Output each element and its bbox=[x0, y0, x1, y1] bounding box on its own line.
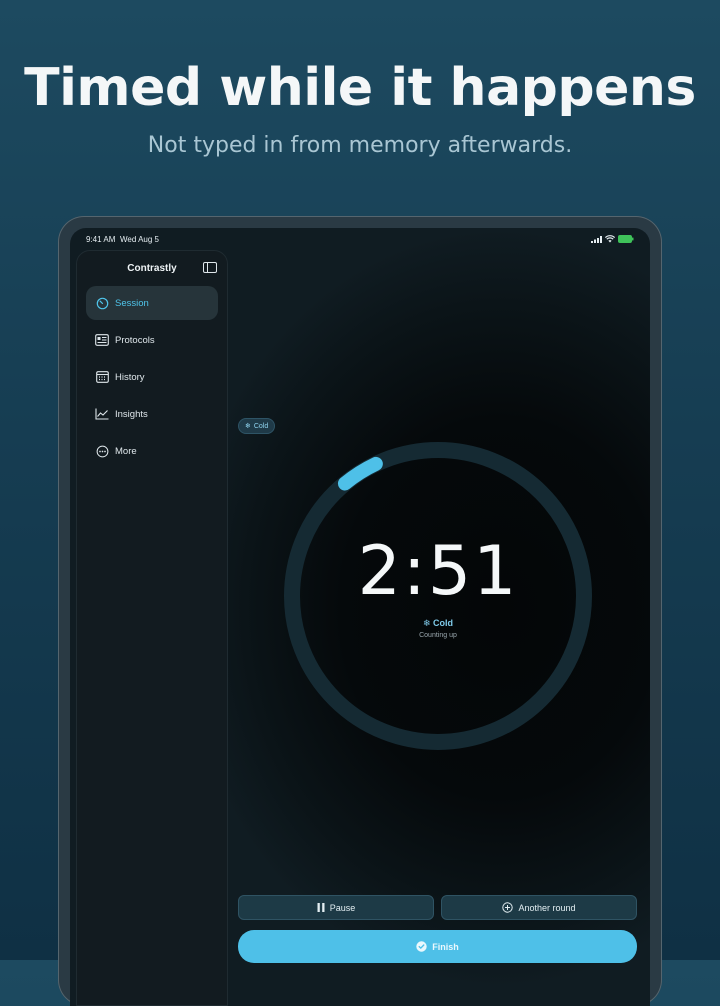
pause-button-label: Pause bbox=[329, 902, 356, 913]
sidebar-item-protocols[interactable]: Protocols bbox=[86, 323, 218, 357]
another-round-button[interactable]: Another round bbox=[441, 895, 637, 920]
sidebar: Contrastly Session Protocols History Ins… bbox=[76, 250, 228, 1006]
app-screen: 9:41 AM Wed Aug 5 Contrastly Session Pro… bbox=[70, 228, 650, 1006]
finish-button-label: Finish bbox=[432, 941, 459, 952]
calendar-icon bbox=[95, 370, 109, 384]
plus-circle-icon bbox=[502, 902, 514, 913]
snowflake-icon: ❄ bbox=[422, 618, 434, 628]
timer-icon bbox=[95, 296, 109, 310]
status-date: Wed Aug 5 bbox=[120, 235, 159, 244]
sidebar-item-session[interactable]: Session bbox=[86, 286, 218, 320]
sidebar-item-label: History bbox=[115, 371, 145, 383]
timer-readout: 2:51 bbox=[357, 532, 519, 611]
sidebar-item-insights[interactable]: Insights bbox=[86, 397, 218, 431]
session-pane: ❄ Cold 2:51 ❄ Cold Counting up Pause Ano… bbox=[232, 228, 650, 1006]
another-round-button-label: Another round bbox=[518, 902, 576, 913]
sidebar-item-label: Insights bbox=[115, 408, 148, 420]
pause-icon bbox=[317, 903, 325, 912]
phase-chip-label: Cold bbox=[253, 422, 269, 430]
phase-label: ❄ Cold bbox=[278, 618, 598, 629]
pause-button[interactable]: Pause bbox=[238, 895, 434, 920]
tablet-frame: 9:41 AM Wed Aug 5 Contrastly Session Pro… bbox=[58, 216, 662, 1006]
headline: Timed while it happens bbox=[24, 58, 696, 118]
more-icon bbox=[95, 444, 109, 458]
protocols-icon bbox=[95, 333, 109, 347]
progress-ring-fill bbox=[337, 456, 383, 491]
timer-dial: 2:51 ❄ Cold Counting up bbox=[278, 436, 598, 756]
subheadline: Not typed in from memory afterwards. bbox=[147, 133, 573, 158]
sidebar-item-label: Protocols bbox=[115, 334, 155, 346]
checkmark-circle-icon bbox=[416, 941, 427, 952]
phase-chip[interactable]: ❄ Cold bbox=[238, 418, 276, 434]
sidebar-item-label: Session bbox=[115, 297, 149, 309]
sidebar-item-history[interactable]: History bbox=[86, 360, 218, 394]
sidebar-item-more[interactable]: More bbox=[86, 434, 218, 468]
timer-mode-label: Counting up bbox=[419, 632, 457, 639]
chart-icon bbox=[95, 407, 109, 421]
snowflake-icon: ❄ bbox=[245, 423, 251, 430]
finish-button[interactable]: Finish bbox=[238, 930, 637, 963]
sidebar-item-label: More bbox=[115, 445, 137, 457]
sidebar-toggle-icon[interactable] bbox=[203, 262, 217, 273]
status-time: 9:41 AM bbox=[86, 235, 116, 244]
phase-label-text: Cold bbox=[433, 618, 454, 628]
sidebar-nav: Session Protocols History Insights More bbox=[86, 286, 218, 471]
